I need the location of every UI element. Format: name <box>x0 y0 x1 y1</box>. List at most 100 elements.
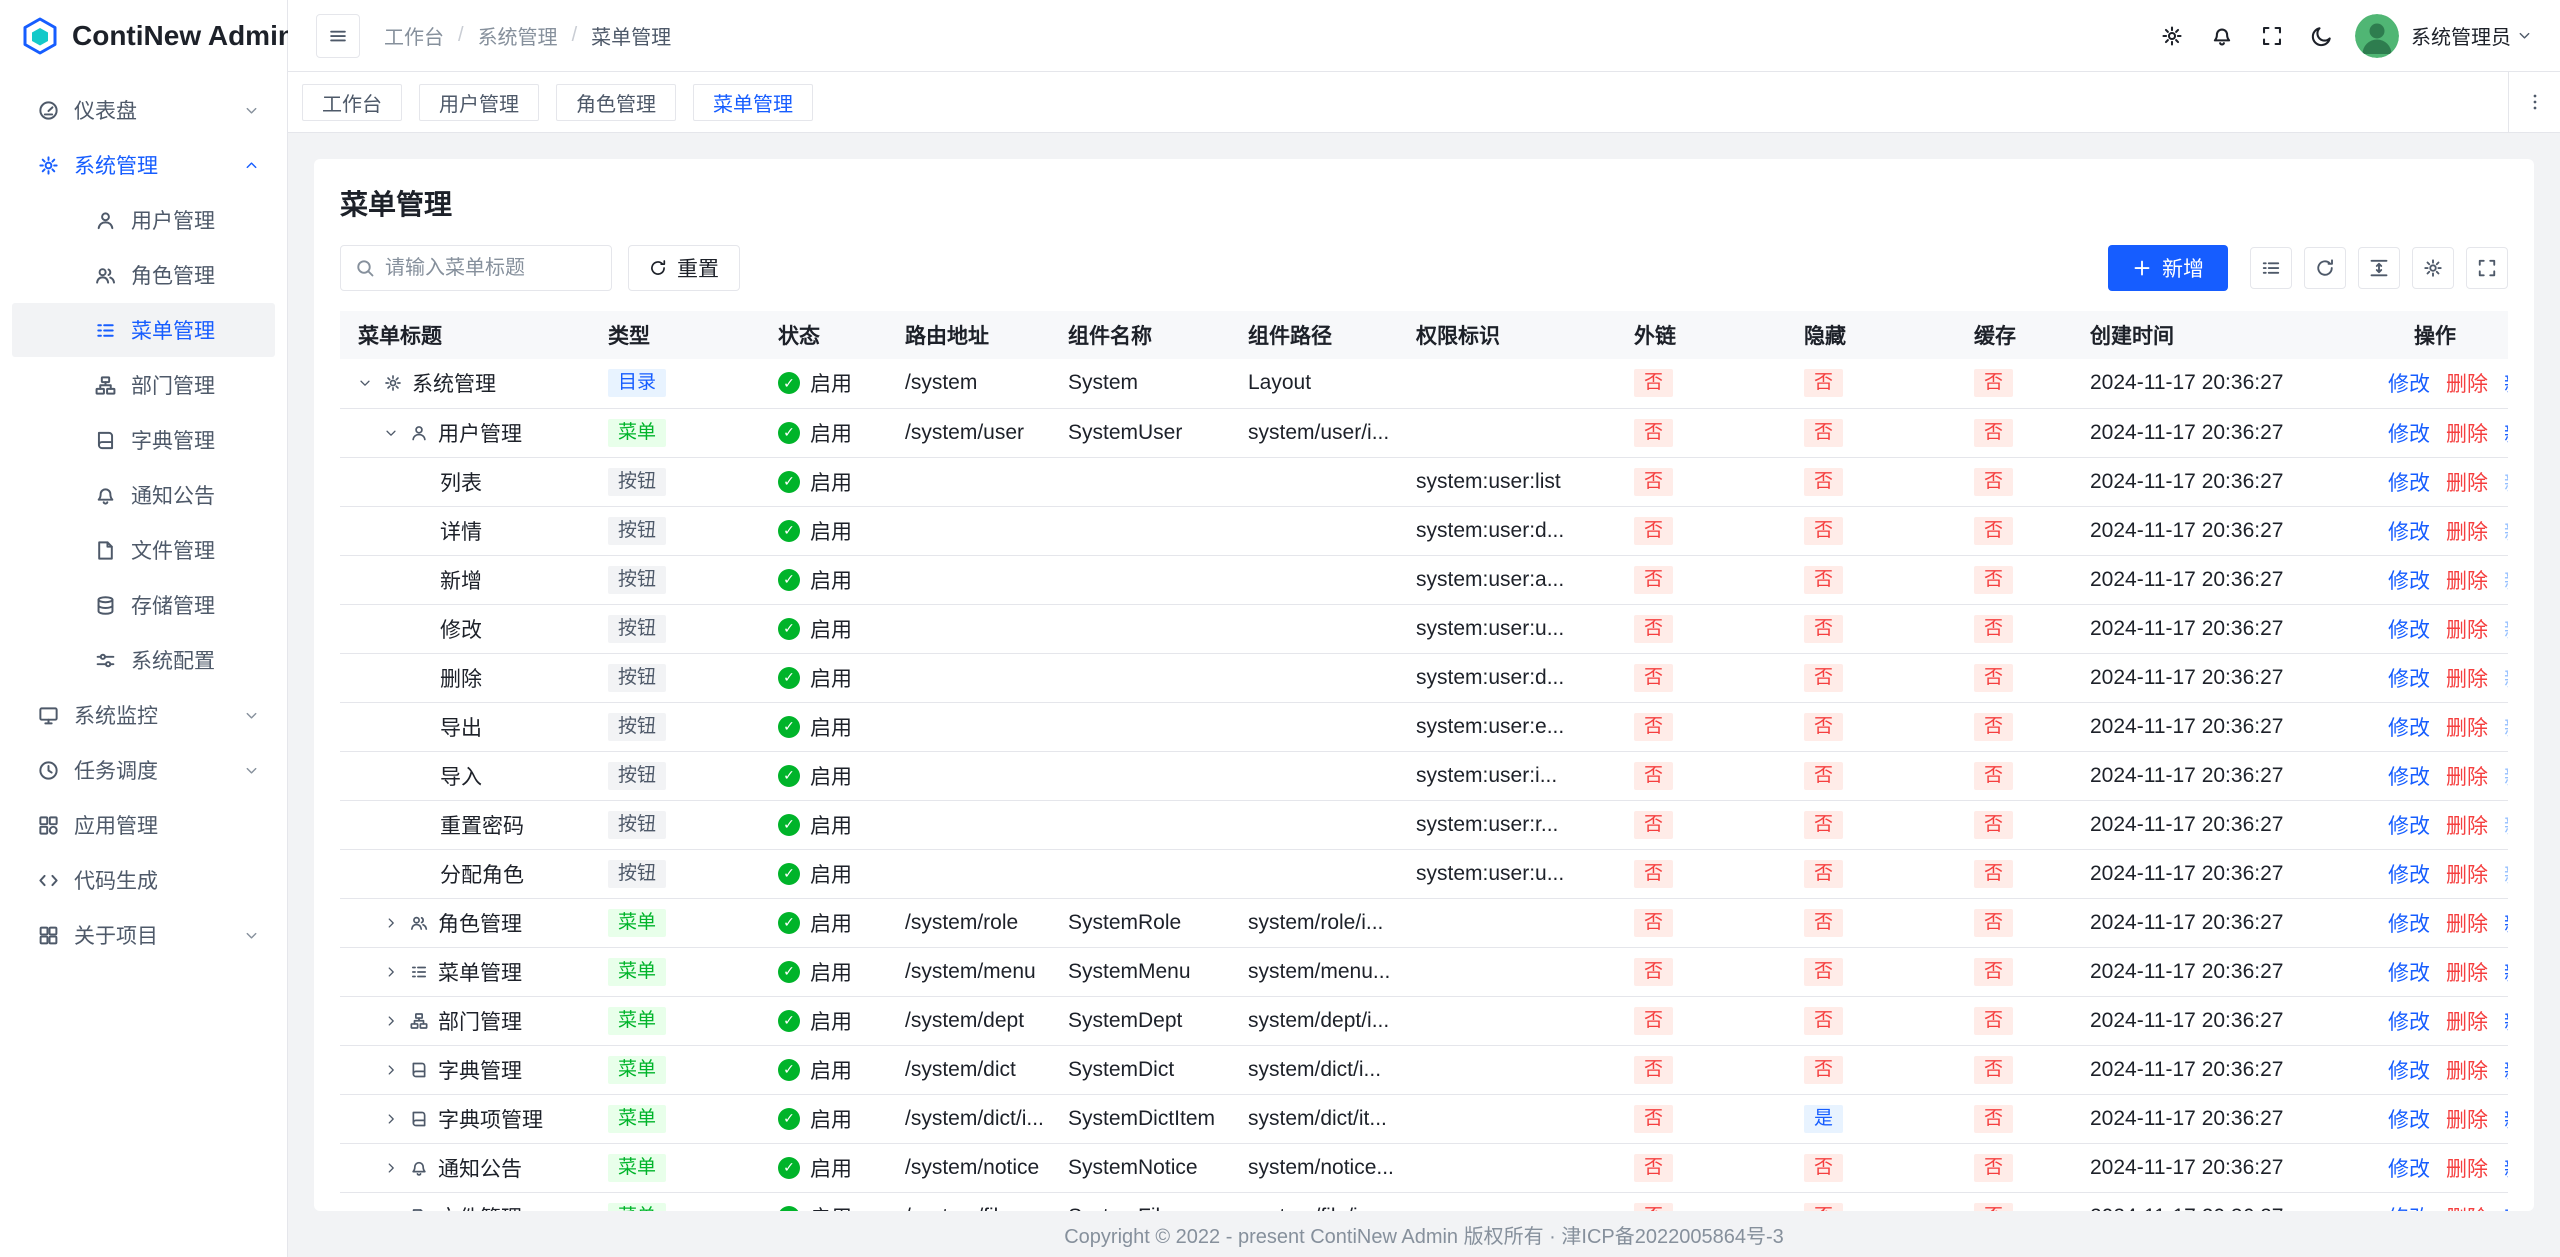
modify-link[interactable]: 修改 <box>2388 1060 2430 1083</box>
fullscreen-button[interactable] <box>2261 25 2283 47</box>
menu-title-cell: 删除 <box>340 653 590 702</box>
list-button[interactable] <box>2250 247 2292 289</box>
sidebar-item-system[interactable]: 系统管理 <box>12 138 275 192</box>
add-link[interactable]: 新增 <box>2504 373 2508 396</box>
sidebar-item-code-generation[interactable]: 代码生成 <box>12 853 275 907</box>
breadcrumb-item[interactable]: 系统管理 <box>478 21 558 50</box>
chevron-down-icon[interactable] <box>384 426 400 440</box>
modify-link[interactable]: 修改 <box>2388 373 2430 396</box>
chevron-down-icon[interactable] <box>358 376 374 390</box>
tab-more-button[interactable] <box>2508 72 2560 132</box>
search-input[interactable] <box>385 257 597 280</box>
delete-link[interactable]: 删除 <box>2446 373 2488 396</box>
tab-menu-management[interactable]: 菜单管理 <box>693 84 813 121</box>
settings-button[interactable] <box>2412 247 2454 289</box>
sidebar-item-notice[interactable]: 通知公告 <box>12 468 275 522</box>
delete-link[interactable]: 删除 <box>2446 1011 2488 1034</box>
sidebar-item-dept-management[interactable]: 部门管理 <box>12 358 275 412</box>
add-link[interactable]: 新增 <box>2504 1158 2508 1181</box>
tab-user-management[interactable]: 用户管理 <box>419 84 539 121</box>
avatar[interactable] <box>2355 14 2399 58</box>
settings-button[interactable] <box>2161 25 2183 47</box>
moon-button[interactable] <box>2311 25 2333 47</box>
add-link[interactable]: 新增 <box>2504 423 2508 446</box>
chevron-right-icon[interactable] <box>384 1014 400 1028</box>
sidebar-item-schedule[interactable]: 任务调度 <box>12 743 275 797</box>
sidebar-item-role-management[interactable]: 角色管理 <box>12 248 275 302</box>
tab-workbench[interactable]: 工作台 <box>302 84 402 121</box>
chevron-right-icon[interactable] <box>384 965 400 979</box>
modify-link[interactable]: 修改 <box>2388 668 2430 691</box>
sidebar-item-dict-management[interactable]: 字典管理 <box>12 413 275 467</box>
delete-link[interactable]: 删除 <box>2446 570 2488 593</box>
delete-link[interactable]: 删除 <box>2446 815 2488 838</box>
chevron-right-icon[interactable] <box>384 1112 400 1126</box>
fullscreen-button[interactable] <box>2466 247 2508 289</box>
modify-link[interactable]: 修改 <box>2388 1109 2430 1132</box>
route-cell <box>887 751 1050 800</box>
reset-button[interactable]: 重置 <box>628 245 740 291</box>
delete-link[interactable]: 删除 <box>2446 1109 2488 1132</box>
add-link[interactable]: 新增 <box>2504 913 2508 936</box>
delete-link[interactable]: 删除 <box>2446 521 2488 544</box>
sidebar-item-about[interactable]: 关于项目 <box>12 908 275 962</box>
modify-link[interactable]: 修改 <box>2388 472 2430 495</box>
user-name[interactable]: 系统管理员 <box>2411 21 2511 50</box>
chevron-right-icon[interactable] <box>384 916 400 930</box>
delete-link[interactable]: 删除 <box>2446 1158 2488 1181</box>
delete-link[interactable]: 删除 <box>2446 962 2488 985</box>
modify-link[interactable]: 修改 <box>2388 619 2430 642</box>
add-button[interactable]: 新增 <box>2108 245 2228 291</box>
modify-link[interactable]: 修改 <box>2388 423 2430 446</box>
type-cell: 菜单 <box>590 1143 760 1192</box>
add-link[interactable]: 新增 <box>2504 1109 2508 1132</box>
delete-link[interactable]: 删除 <box>2446 913 2488 936</box>
modify-link[interactable]: 修改 <box>2388 766 2430 789</box>
modify-link[interactable]: 修改 <box>2388 570 2430 593</box>
modify-link[interactable]: 修改 <box>2388 913 2430 936</box>
sidebar-item-file-management[interactable]: 文件管理 <box>12 523 275 577</box>
modify-link[interactable]: 修改 <box>2388 815 2430 838</box>
delete-link[interactable]: 删除 <box>2446 472 2488 495</box>
sidebar-item-dashboard[interactable]: 仪表盘 <box>12 83 275 137</box>
refresh-button[interactable] <box>2304 247 2346 289</box>
sidebar-collapse-button[interactable] <box>316 14 360 58</box>
modify-link[interactable]: 修改 <box>2388 521 2430 544</box>
modify-link[interactable]: 修改 <box>2388 864 2430 887</box>
breadcrumb-item[interactable]: 工作台 <box>384 21 444 50</box>
sidebar-item-user-management[interactable]: 用户管理 <box>12 193 275 247</box>
menu-title-cell: 角色管理 <box>340 898 590 947</box>
modify-link[interactable]: 修改 <box>2388 962 2430 985</box>
modify-link[interactable]: 修改 <box>2388 1011 2430 1034</box>
app-logo[interactable]: ContiNew Admin <box>0 0 287 72</box>
bell-icon <box>2211 25 2233 47</box>
type-cell: 菜单 <box>590 1192 760 1211</box>
sidebar-item-monitor[interactable]: 系统监控 <box>12 688 275 742</box>
chevron-right-icon[interactable] <box>384 1063 400 1077</box>
cache-cell: 否 <box>1956 947 2072 996</box>
add-link[interactable]: 新增 <box>2504 1011 2508 1034</box>
add-link[interactable]: 新增 <box>2504 1060 2508 1083</box>
modify-link[interactable]: 修改 <box>2388 717 2430 740</box>
tab-role-management[interactable]: 角色管理 <box>556 84 676 121</box>
chevron-right-icon[interactable] <box>384 1161 400 1175</box>
sidebar-item-system-config[interactable]: 系统配置 <box>12 633 275 687</box>
breadcrumb-item[interactable]: 菜单管理 <box>591 21 671 50</box>
sidebar-item-label: 通知公告 <box>131 480 259 510</box>
tabs: 工作台用户管理角色管理菜单管理 <box>302 84 2508 121</box>
delete-link[interactable]: 删除 <box>2446 1060 2488 1083</box>
add-link[interactable]: 新增 <box>2504 962 2508 985</box>
sidebar-item-menu-management[interactable]: 菜单管理 <box>12 303 275 357</box>
bell-button[interactable] <box>2211 25 2233 47</box>
delete-link[interactable]: 删除 <box>2446 766 2488 789</box>
sidebar-item-storage-management[interactable]: 存储管理 <box>12 578 275 632</box>
delete-link[interactable]: 删除 <box>2446 668 2488 691</box>
delete-link[interactable]: 删除 <box>2446 864 2488 887</box>
sidebar-item-app-management[interactable]: 应用管理 <box>12 798 275 852</box>
delete-link[interactable]: 删除 <box>2446 619 2488 642</box>
external-badge: 否 <box>1634 1105 1673 1133</box>
row-height-button[interactable] <box>2358 247 2400 289</box>
delete-link[interactable]: 删除 <box>2446 717 2488 740</box>
modify-link[interactable]: 修改 <box>2388 1158 2430 1181</box>
delete-link[interactable]: 删除 <box>2446 423 2488 446</box>
